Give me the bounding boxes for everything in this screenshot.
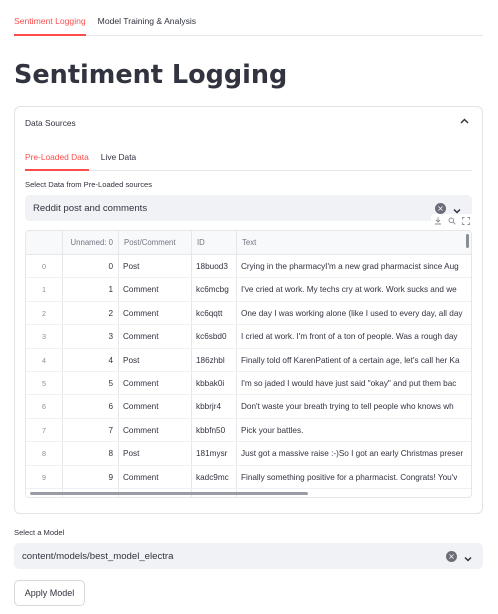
- cell-unnamed: 6: [108, 402, 113, 412]
- row-index: 5: [42, 379, 46, 388]
- cell-text: Pick your battles.: [241, 425, 304, 435]
- table-row[interactable]: 4 4 Post 186zhbl Finally told off KarenPatie…: [26, 349, 471, 372]
- row-index: 0: [42, 262, 46, 271]
- tab-live-data[interactable]: Live Data: [101, 141, 136, 171]
- data-table[interactable]: Unnamed: 0 Post/Comment ID Text 0 0 Post 18…: [25, 230, 472, 498]
- data-source-tabs: Pre-Loaded Data Live Data: [25, 141, 472, 171]
- cell-text: I'm so jaded I would have just said "oka…: [241, 379, 457, 388]
- cell-unnamed: 0: [108, 262, 113, 271]
- apply-model-button[interactable]: Apply Model: [14, 580, 85, 606]
- cell-post-comment: Comment: [123, 308, 159, 318]
- cell-post-comment: Comment: [123, 425, 159, 435]
- table-row[interactable]: 3 3 Comment kc6sbd0 I cried at work. I'm fro…: [26, 325, 471, 349]
- cell-unnamed: 8: [108, 449, 113, 459]
- table-row[interactable]: 6 6 Comment kbbrjr4 Don't waste your breath …: [26, 395, 471, 419]
- cell-text: I cried at work. I'm front of a ton of p…: [241, 332, 458, 342]
- cell-text: Don't waste your breath trying to tell p…: [241, 402, 454, 412]
- data-select-label: Select Data from Pre-Loaded sources: [25, 180, 153, 189]
- page-title: Sentiment Logging: [14, 60, 288, 90]
- cell-post-comment: Post: [123, 262, 140, 271]
- chevron-down-icon[interactable]: [463, 551, 473, 562]
- fullscreen-icon[interactable]: [462, 216, 470, 225]
- clear-icon[interactable]: ×: [435, 203, 446, 214]
- cell-text: Just got a massive raise :-)So I got an …: [241, 449, 464, 459]
- cell-text: Finally told off KarenPatient of a certa…: [241, 355, 460, 365]
- cell-unnamed: 4: [108, 355, 113, 365]
- table-row[interactable]: 0 0 Post 18buod3 Crying in the pharmacyI'm a…: [26, 255, 471, 279]
- tab-sentiment-logging[interactable]: Sentiment Logging: [14, 0, 86, 36]
- chevron-down-icon[interactable]: [452, 203, 462, 214]
- cell-unnamed: 9: [108, 472, 113, 482]
- cell-post-comment: Post: [123, 449, 140, 459]
- column-header-text[interactable]: Text: [236, 231, 471, 255]
- table-row[interactable]: 7 7 Comment kbbfn50 Pick your battles.: [26, 419, 471, 443]
- cell-id: 18buod3: [196, 262, 228, 271]
- cell-id: kc6qqtt: [196, 308, 223, 318]
- cell-text: One day I was working alone (like I used…: [241, 308, 463, 318]
- row-index: 2: [42, 308, 46, 318]
- table-row[interactable]: 1 1 Comment kc6mcbg I've cried at work. My t…: [26, 278, 471, 302]
- table-header: Unnamed: 0 Post/Comment ID Text: [26, 231, 471, 255]
- cell-id: 186zhbl: [196, 355, 225, 365]
- download-icon[interactable]: [434, 217, 442, 225]
- row-index: 7: [42, 425, 46, 435]
- cell-unnamed: 3: [108, 332, 113, 342]
- cell-unnamed: 1: [108, 285, 113, 295]
- column-header-unnamed[interactable]: Unnamed: 0: [62, 231, 118, 255]
- cell-id: kc6sbd0: [196, 332, 227, 342]
- data-sources-expander: Data Sources Pre-Loaded Data Live Data S…: [14, 106, 483, 514]
- cell-post-comment: Post: [123, 355, 140, 365]
- cell-id: kbbfn50: [196, 425, 226, 435]
- data-select-value: Reddit post and comments: [33, 203, 148, 214]
- column-header-post-comment[interactable]: Post/Comment: [118, 231, 191, 255]
- cell-unnamed: 7: [108, 425, 113, 435]
- vertical-scrollbar[interactable]: [466, 234, 469, 248]
- row-index: 1: [42, 285, 46, 295]
- column-header-id[interactable]: ID: [191, 231, 236, 255]
- cell-post-comment: Comment: [123, 402, 159, 412]
- clear-icon[interactable]: ×: [446, 551, 457, 562]
- table-row[interactable]: 8 8 Post 181mysr Just got a massive raise :-…: [26, 442, 471, 466]
- table-row[interactable]: 5 5 Comment kbbak0i I'm so jaded I would hav…: [26, 372, 471, 396]
- cell-id: kbbrjr4: [196, 402, 222, 412]
- row-index: 6: [42, 402, 46, 412]
- tab-pre-loaded-data[interactable]: Pre-Loaded Data: [25, 141, 89, 171]
- table-toolbar: [431, 214, 473, 227]
- chevron-up-icon[interactable]: [458, 115, 470, 127]
- model-select-label: Select a Model: [14, 528, 65, 537]
- horizontal-scrollbar[interactable]: [30, 492, 308, 495]
- row-index: 8: [42, 449, 46, 459]
- tab-model-training-analysis[interactable]: Model Training & Analysis: [98, 0, 196, 36]
- cell-unnamed: 2: [108, 308, 113, 318]
- table-row[interactable]: 9 9 Comment kadc9mc Finally something positi…: [26, 466, 471, 489]
- cell-post-comment: Comment: [123, 379, 159, 388]
- main-tabs: Sentiment Logging Model Training & Analy…: [14, 0, 483, 36]
- cell-text: Finally something positive for a pharmac…: [241, 472, 458, 482]
- model-select-value: content/models/best_model_electra: [22, 551, 174, 562]
- cell-id: kadc9mc: [196, 472, 229, 482]
- expander-title: Data Sources: [25, 118, 76, 128]
- row-index: 4: [42, 355, 46, 365]
- row-index: 3: [42, 332, 46, 342]
- cell-id: kbbak0i: [196, 379, 225, 388]
- row-index: 9: [42, 472, 46, 482]
- cell-id: kc6mcbg: [196, 285, 229, 295]
- cell-post-comment: Comment: [123, 332, 159, 342]
- cell-unnamed: 5: [108, 379, 113, 388]
- model-select[interactable]: content/models/best_model_electra ×: [14, 543, 483, 569]
- data-source-select[interactable]: Reddit post and comments ×: [25, 195, 472, 221]
- cell-post-comment: Comment: [123, 472, 159, 482]
- cell-text: Crying in the pharmacyI'm a new grad pha…: [241, 262, 459, 271]
- cell-post-comment: Comment: [123, 285, 159, 295]
- search-icon[interactable]: [448, 217, 456, 225]
- table-row[interactable]: 2 2 Comment kc6qqtt One day I was working al…: [26, 302, 471, 326]
- cell-text: I've cried at work. My techs cry at work…: [241, 285, 457, 295]
- cell-id: 181mysr: [196, 449, 228, 459]
- expander-header[interactable]: Data Sources: [15, 107, 482, 137]
